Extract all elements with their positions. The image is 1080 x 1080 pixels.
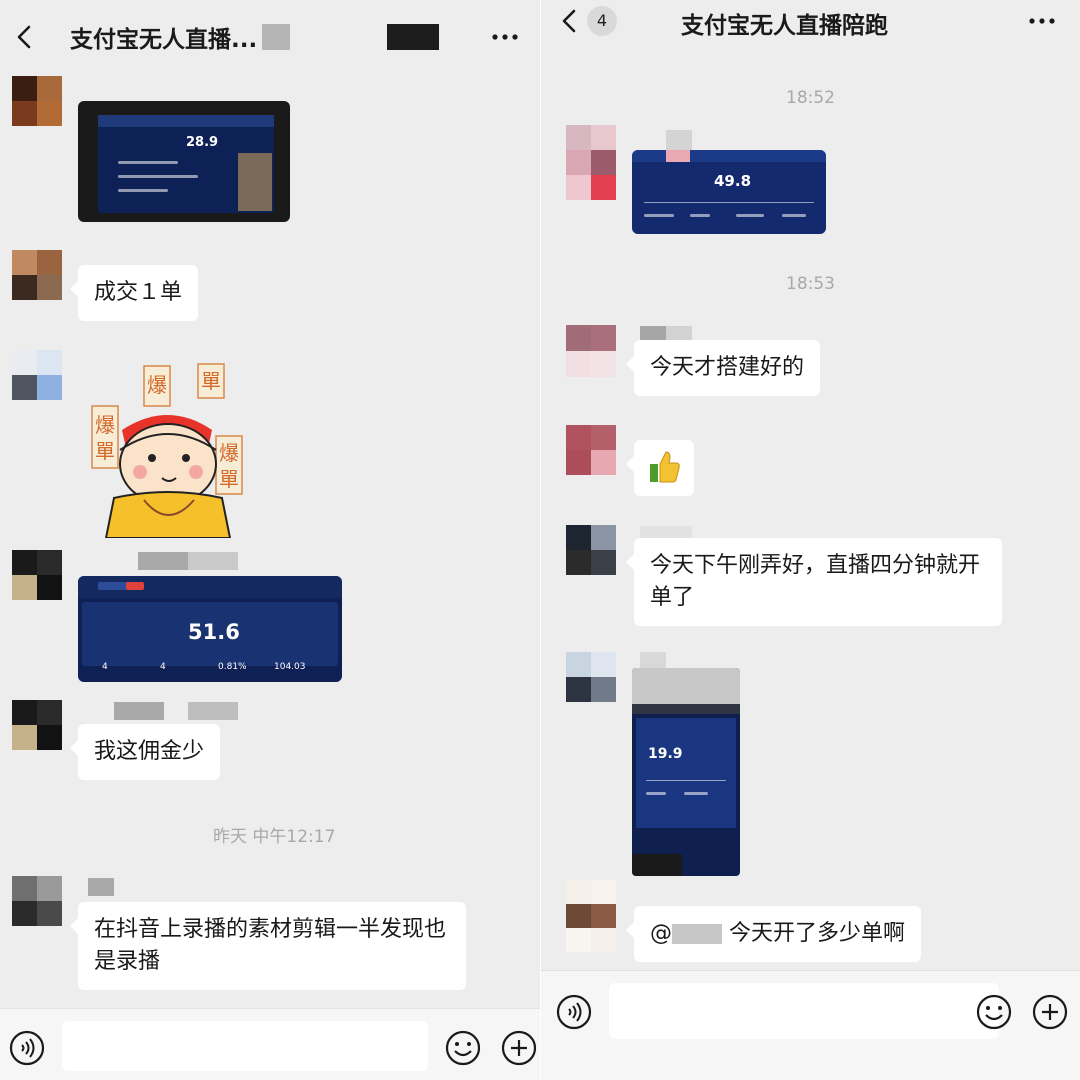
svg-text:單: 單 [201,369,221,393]
avatar[interactable] [12,550,62,600]
voice-icon[interactable] [8,1029,46,1067]
dashboard-value: 51.6 [188,620,240,644]
svg-text:爆: 爆 [219,441,239,465]
message-input[interactable] [62,1021,428,1071]
avatar[interactable] [566,652,616,702]
message-input[interactable] [609,983,999,1039]
timestamp: 18:53 [786,274,835,294]
svg-text:單: 單 [219,467,239,491]
dashboard-value: 19.9 [648,746,683,762]
avatar[interactable] [566,325,616,377]
back-icon[interactable] [557,8,583,34]
avatar[interactable] [12,876,62,926]
chat-panel-left: 支付宝无人直播... 28.9 成交１单 爆 單 爆 單 爆 單 51.6 4 … [0,0,540,1080]
sticker-image[interactable]: 爆 單 爆 單 爆 單 [82,360,252,539]
redacted-block [387,24,439,50]
more-icon[interactable] [488,22,522,52]
avatar[interactable] [12,700,62,750]
redacted-name [138,552,188,570]
message-bubble[interactable]: 成交１单 [69,265,199,321]
svg-text:單: 單 [95,439,115,463]
chat-panel-right: 4 支付宝无人直播陪跑 18:52 49.8 18:53 今天才搭建好的 今天下… [541,0,1080,1080]
message-bubble[interactable]: @ 今天开了多少单啊 [625,906,922,962]
message-image[interactable]: 19.9 [632,668,740,876]
avatar[interactable] [12,350,62,400]
avatar[interactable] [12,250,62,300]
avatar[interactable] [566,880,616,952]
message-bubble[interactable]: 在抖音上录播的素材剪辑一半发现也是录播 [70,902,466,990]
timestamp: 昨天 中午12:17 [213,827,336,847]
redacted-mention [672,924,722,944]
svg-text:爆: 爆 [95,413,115,437]
chat-title: 支付宝无人直播陪跑 [681,13,888,39]
plus-icon[interactable] [500,1029,538,1067]
redacted-block [262,24,290,50]
more-icon[interactable] [1025,6,1059,36]
redacted-name [114,702,164,720]
emoji-icon[interactable] [975,993,1013,1031]
emoji-icon[interactable] [444,1029,482,1067]
dashboard-value: 28.9 [186,135,219,150]
message-bubble[interactable]: 今天才搭建好的 [625,340,821,396]
chat-header: 支付宝无人直播... [0,0,540,75]
message-bubble[interactable]: 我这佣金少 [69,724,221,780]
unread-count-badge: 4 [587,6,617,36]
back-icon[interactable] [12,24,38,50]
message-bubble[interactable]: 今天下午刚弄好，直播四分钟就开单了 [626,538,1002,626]
svg-text:爆: 爆 [147,373,167,397]
message-image[interactable]: 28.9 [78,101,290,222]
message-image[interactable]: 49.8 [632,150,826,234]
thumbs-up-icon [648,450,680,484]
timestamp: 18:52 [786,88,835,108]
voice-icon[interactable] [555,993,593,1031]
mention-prefix: @ [650,921,672,946]
avatar[interactable] [566,525,616,575]
dashboard-value: 49.8 [714,172,752,190]
redacted-name [188,552,238,570]
message-text: 今天开了多少单啊 [729,921,906,946]
chat-title: 支付宝无人直播... [70,27,258,53]
input-bar [0,1008,540,1080]
avatar[interactable] [566,425,616,475]
chat-header: 4 支付宝无人直播陪跑 [541,0,1080,56]
avatar[interactable] [12,76,62,126]
redacted-name [666,130,692,150]
message-bubble[interactable] [626,440,694,496]
avatar[interactable] [566,125,616,200]
redacted-name [88,878,114,896]
input-bar [541,970,1080,1080]
redacted-name [188,702,238,720]
message-image[interactable]: 51.6 4 4 0.81% 104.03 [78,576,342,682]
plus-icon[interactable] [1031,993,1069,1031]
